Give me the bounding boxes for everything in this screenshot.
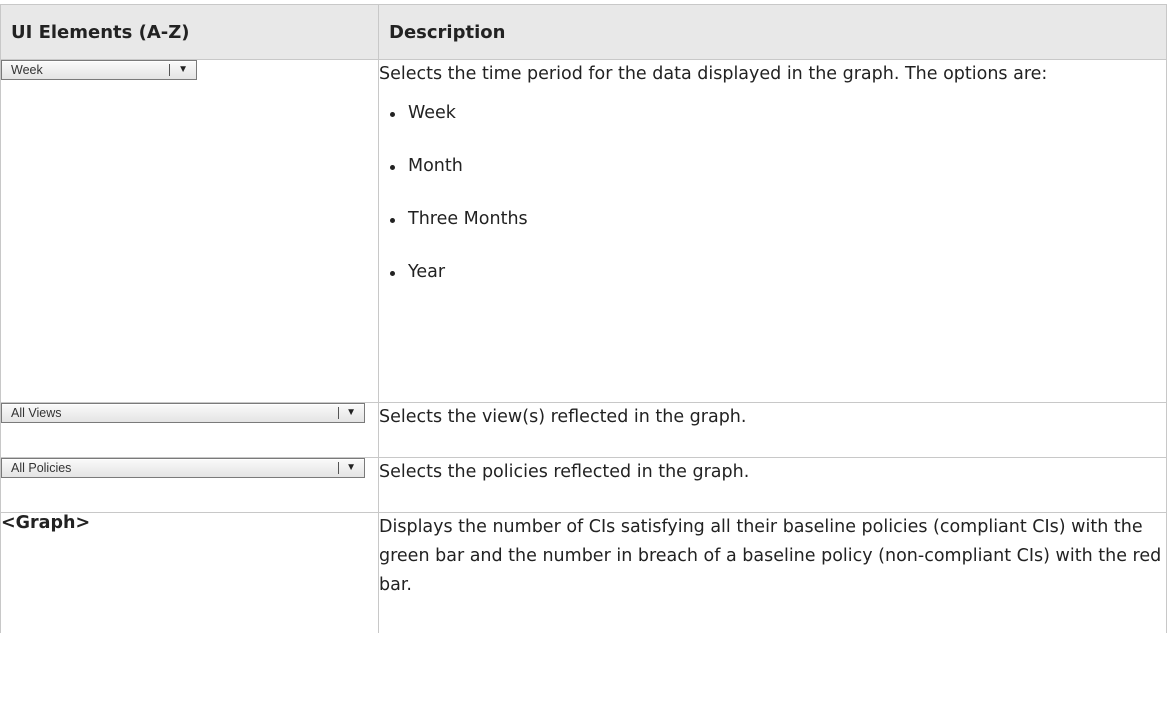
- description-cell: Selects the policies reflected in the gr…: [378, 457, 1167, 513]
- list-item: Three Months: [379, 205, 1166, 234]
- ui-elements-table: UI Elements (A-Z) Description Week ▼ Sel…: [0, 4, 1167, 633]
- table-row: <Graph> Displays the number of CIs satis…: [0, 512, 1167, 633]
- element-cell: All Views ▼: [0, 402, 379, 458]
- bullet-icon: [390, 112, 395, 117]
- options-list: Week Month Three Months Year: [379, 99, 1166, 287]
- description-cell: Selects the view(s) reflected in the gra…: [378, 402, 1167, 458]
- table-row: Week ▼ Selects the time period for the d…: [0, 59, 1167, 403]
- option-month: Month: [408, 156, 463, 176]
- policies-dropdown[interactable]: All Policies ▼: [1, 458, 365, 478]
- graph-label: <Graph>: [0, 512, 379, 633]
- bullet-icon: [390, 165, 395, 170]
- views-dropdown[interactable]: All Views ▼: [1, 403, 365, 423]
- list-item: Week: [379, 99, 1166, 128]
- chevron-down-icon: ▼: [346, 462, 356, 473]
- policies-dropdown-value: All Policies: [11, 461, 72, 475]
- chevron-down-icon: ▼: [178, 64, 188, 75]
- views-description: Selects the view(s) reflected in the gra…: [379, 407, 747, 427]
- option-week: Week: [408, 103, 456, 123]
- time-period-description: Selects the time period for the data dis…: [379, 64, 1048, 84]
- description-cell: Selects the time period for the data dis…: [378, 59, 1167, 403]
- time-period-dropdown-value: Week: [11, 63, 43, 77]
- time-period-dropdown[interactable]: Week ▼: [1, 60, 197, 80]
- list-item: Year: [379, 258, 1166, 287]
- element-cell: Week ▼: [0, 59, 379, 403]
- option-year: Year: [408, 262, 446, 282]
- dropdown-separator: [338, 462, 339, 474]
- header-description: Description: [378, 4, 1167, 60]
- table-row: All Policies ▼ Selects the policies refl…: [0, 457, 1167, 513]
- element-cell: All Policies ▼: [0, 457, 379, 513]
- header-ui-elements: UI Elements (A-Z): [0, 4, 379, 60]
- dropdown-separator: [338, 407, 339, 419]
- views-dropdown-value: All Views: [11, 406, 62, 420]
- table-header-row: UI Elements (A-Z) Description: [0, 4, 1167, 60]
- table-row: All Views ▼ Selects the view(s) reflecte…: [0, 402, 1167, 458]
- option-three-months: Three Months: [408, 209, 528, 229]
- list-item: Month: [379, 152, 1166, 181]
- dropdown-separator: [169, 64, 170, 76]
- bullet-icon: [390, 218, 395, 223]
- description-cell: Displays the number of CIs satisfying al…: [378, 512, 1167, 633]
- policies-description: Selects the policies reflected in the gr…: [379, 462, 750, 482]
- bullet-icon: [390, 271, 395, 276]
- chevron-down-icon: ▼: [346, 407, 356, 418]
- graph-description: Displays the number of CIs satisfying al…: [379, 517, 1162, 595]
